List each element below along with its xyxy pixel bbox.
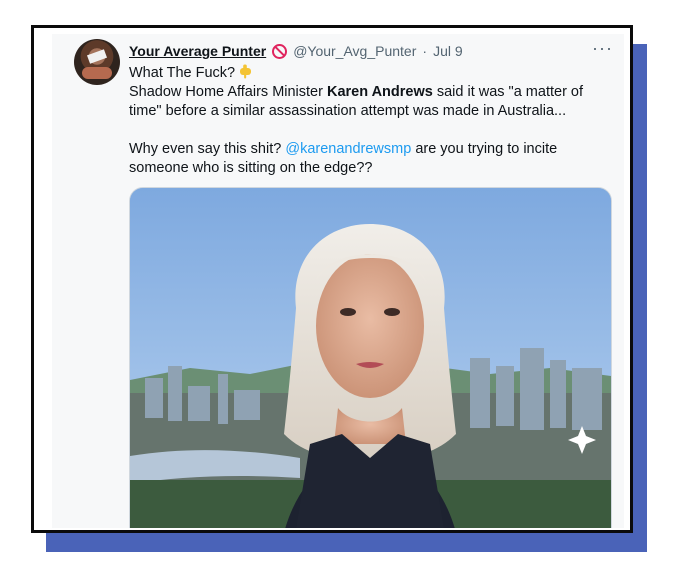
tweet-line-2-start: Shadow Home Affairs Minister [129, 84, 327, 100]
tweet-line-3-start: Why even say this shit? [129, 141, 286, 157]
user-handle[interactable]: @Your_Avg_Punter [293, 43, 416, 59]
tweet-media-image[interactable] [129, 187, 612, 528]
mention-link[interactable]: @karenandrewsmp [285, 141, 411, 157]
tweet-text: What The Fuck? Shadow Home Affairs Minis… [129, 64, 619, 178]
avatar-detail [87, 49, 107, 64]
media-illustration [130, 188, 611, 528]
pointing-down-hand-icon [240, 64, 252, 79]
tweet-line-2-name: Karen Andrews [326, 84, 433, 100]
avatar-detail [82, 67, 112, 79]
avatar[interactable] [74, 39, 120, 85]
screenshot-frame: Your Average Punter @Your_Avg_Punter · J… [31, 25, 633, 533]
tweet-header: Your Average Punter @Your_Avg_Punter · J… [129, 41, 463, 61]
no-entry-icon [272, 43, 288, 59]
tweet-card[interactable]: Your Average Punter @Your_Avg_Punter · J… [52, 34, 624, 528]
tweet-line-1: What The Fuck? [129, 65, 236, 81]
separator: · [422, 43, 428, 59]
tweet-date[interactable]: Jul 9 [433, 43, 463, 59]
display-name[interactable]: Your Average Punter [129, 43, 266, 59]
more-options-button[interactable]: ··· [592, 38, 613, 59]
